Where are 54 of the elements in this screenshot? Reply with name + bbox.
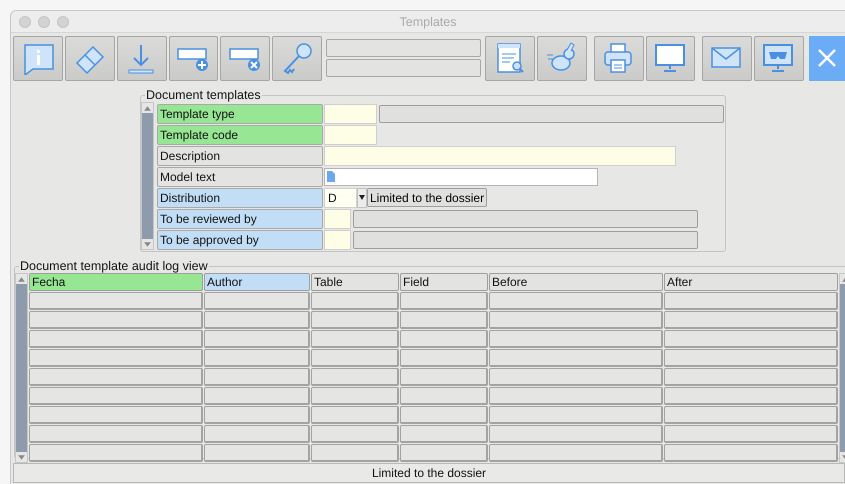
document-icon	[327, 171, 335, 182]
window-title: Templates	[400, 14, 456, 28]
status-text: Limited to the dossier	[372, 465, 486, 482]
field-label: Model text	[157, 166, 323, 186]
window-control[interactable]	[57, 16, 69, 28]
code-field[interactable]	[324, 104, 377, 124]
column-header[interactable]: Table	[311, 273, 399, 291]
column-header[interactable]: Fecha	[29, 273, 203, 291]
column-header[interactable]: After	[664, 273, 838, 291]
column-header[interactable]: Field	[400, 273, 488, 291]
toolbar-button[interactable]	[116, 36, 167, 80]
code-field[interactable]	[324, 230, 351, 250]
field-label: To be approved by	[157, 230, 323, 250]
scrollbar[interactable]	[15, 273, 28, 463]
down-arrow-icon[interactable]	[143, 240, 152, 248]
field-label: Description	[157, 146, 323, 166]
monitor-icon	[654, 41, 688, 75]
code-field[interactable]	[324, 208, 351, 228]
toolbar-button[interactable]	[168, 36, 218, 80]
dropdown-button[interactable]	[357, 188, 367, 208]
memo-field[interactable]	[324, 168, 598, 186]
toolbar-button[interactable]	[702, 36, 752, 80]
code-field[interactable]	[324, 124, 377, 144]
close-icon	[816, 47, 838, 69]
field-label: To be reviewed by	[157, 208, 323, 228]
toolbar-button[interactable]	[594, 36, 644, 80]
toolbar-button[interactable]	[220, 36, 270, 80]
field-label: Template type	[157, 104, 323, 124]
toolbar-button[interactable]	[272, 36, 322, 80]
option-button[interactable]: Limited to the dossier	[367, 188, 488, 207]
column-header[interactable]: Author	[204, 273, 310, 291]
toolbar-button[interactable]	[646, 36, 696, 80]
up-arrow-icon[interactable]	[143, 104, 152, 112]
toolbar-field[interactable]	[326, 39, 482, 57]
scrollbar[interactable]	[141, 102, 154, 250]
toolbar-button[interactable]	[485, 36, 535, 80]
caret-icon	[359, 195, 365, 200]
close-button[interactable]	[809, 36, 845, 80]
toolbar-field[interactable]	[326, 59, 482, 77]
window-control[interactable]	[38, 16, 50, 28]
group-title: Document template audit log view	[19, 259, 209, 273]
group-title: Document templates	[145, 88, 262, 102]
field-label: Distribution	[157, 188, 323, 208]
window-control[interactable]	[19, 16, 31, 28]
toolbar-button[interactable]	[754, 36, 804, 80]
column-header[interactable]: Before	[489, 273, 663, 291]
select-field[interactable]: D	[324, 188, 357, 208]
down-arrow-icon[interactable]	[17, 452, 26, 462]
text-field[interactable]	[324, 146, 676, 166]
toolbar-button[interactable]	[64, 36, 115, 80]
toolbar-button[interactable]	[536, 36, 587, 80]
toolbar-button[interactable]	[13, 36, 63, 80]
up-arrow-icon[interactable]	[17, 274, 26, 284]
field-label: Template code	[157, 124, 323, 144]
